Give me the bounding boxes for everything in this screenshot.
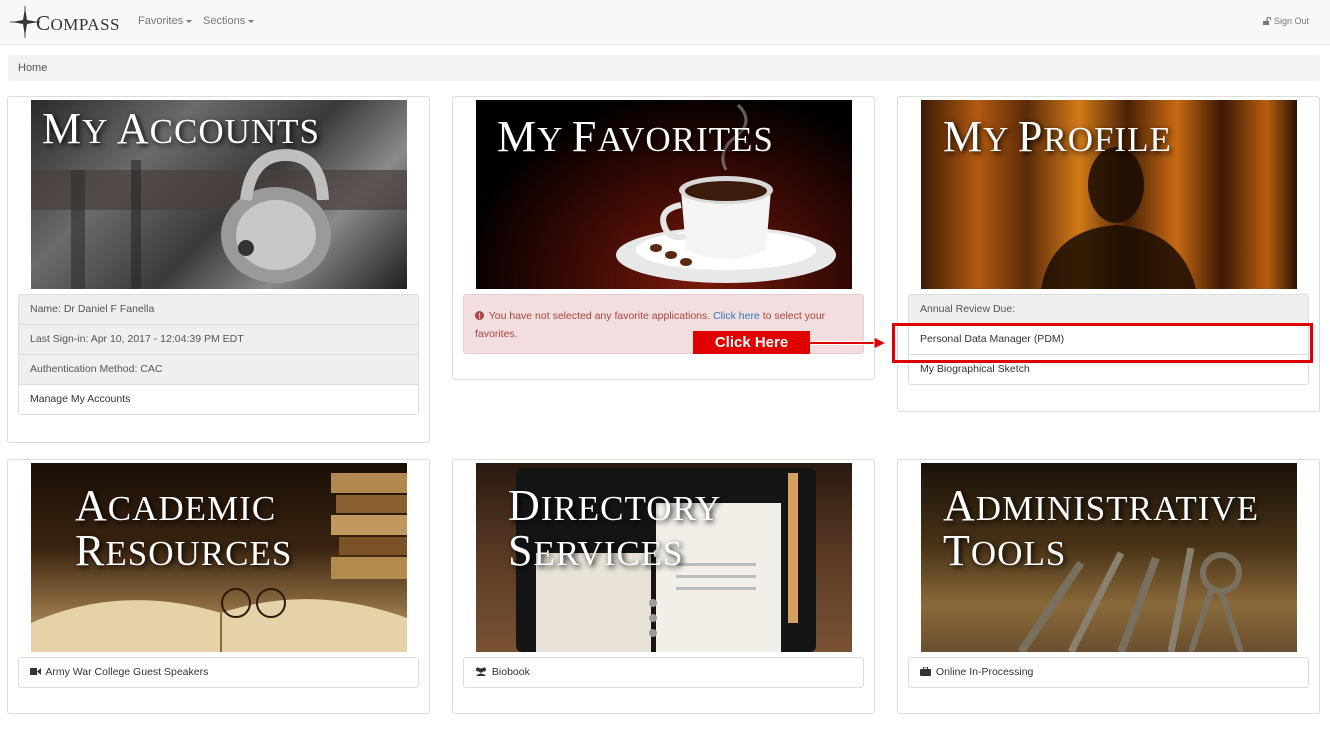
- administrative-tools-title: ADMINISTRATIVE TOOLS: [943, 481, 1260, 575]
- last-sign-in: Last Sign-in: Apr 10, 2017 - 12:04:39 PM…: [18, 324, 419, 355]
- sections-menu-label: Sections: [203, 15, 246, 27]
- sign-out-label: Sign Out: [1273, 16, 1309, 26]
- administrative-tools-list: Online In-Processing: [908, 657, 1309, 688]
- academic-resources-title: ACADEMIC RESOURCES: [75, 481, 293, 575]
- right-arrow-icon: [810, 336, 888, 350]
- video-camera-icon: [30, 668, 41, 675]
- breadcrumb-home[interactable]: Home: [18, 62, 47, 74]
- users-icon: [476, 667, 486, 676]
- panel-my-accounts: MY ACCOUNTS Name: Dr Daniel F Fanella La…: [7, 96, 430, 443]
- account-name: Name: Dr Daniel F Fanella: [18, 294, 419, 325]
- academic-resources-list: Army War College Guest Speakers: [18, 657, 419, 688]
- briefcase-icon: [920, 667, 931, 676]
- pdm-highlight-box: [892, 323, 1313, 363]
- authentication-method: Authentication Method: CAC: [18, 354, 419, 385]
- breadcrumb: Home: [8, 55, 1320, 81]
- my-accounts-title: MY ACCOUNTS: [42, 104, 321, 153]
- guest-speakers-label: Army War College Guest Speakers: [45, 666, 209, 678]
- sections-menu[interactable]: Sections: [203, 15, 255, 27]
- click-here-annotation: Click Here: [693, 331, 810, 354]
- top-navbar: COMPASS Favorites Sections Sign Out: [0, 0, 1330, 45]
- compass-logo[interactable]: COMPASS: [10, 6, 120, 38]
- my-accounts-banner[interactable]: MY ACCOUNTS: [31, 100, 407, 289]
- directory-services-banner[interactable]: DIRECTORY SERVICES: [476, 463, 852, 652]
- panel-my-profile: MY PROFILE Annual Review Due: Personal D…: [897, 96, 1320, 412]
- favorites-menu[interactable]: Favorites: [138, 15, 193, 27]
- online-in-processing-link[interactable]: Online In-Processing: [908, 657, 1309, 688]
- exclamation-circle-icon: [475, 311, 484, 320]
- biobook-link[interactable]: Biobook: [463, 657, 864, 688]
- my-profile-banner[interactable]: MY PROFILE: [921, 100, 1297, 289]
- my-favorites-title: MY FAVORITES: [497, 112, 774, 161]
- biobook-label: Biobook: [491, 666, 530, 678]
- favorites-menu-label: Favorites: [138, 15, 184, 27]
- my-profile-title: MY PROFILE: [943, 112, 1172, 161]
- my-favorites-banner[interactable]: MY FAVORITES: [476, 100, 852, 289]
- manage-my-accounts-link[interactable]: Manage My Accounts: [18, 384, 419, 415]
- directory-services-title: DIRECTORY SERVICES: [508, 481, 722, 575]
- alert-text-start: You have not selected any favorite appli…: [488, 310, 711, 322]
- brand-name: COMPASS: [36, 10, 120, 35]
- caret-down-icon: [186, 19, 193, 23]
- online-in-processing-label: Online In-Processing: [935, 666, 1034, 678]
- caret-down-icon: [248, 19, 255, 23]
- administrative-tools-banner[interactable]: ADMINISTRATIVE TOOLS: [921, 463, 1297, 652]
- guest-speakers-link[interactable]: Army War College Guest Speakers: [18, 657, 419, 688]
- my-accounts-list: Name: Dr Daniel F Fanella Last Sign-in: …: [18, 294, 419, 415]
- panel-academic-resources: ACADEMIC RESOURCES Army War College Guest…: [7, 459, 430, 714]
- annual-review-due: Annual Review Due:: [908, 294, 1309, 325]
- lock-icon: [1262, 17, 1271, 25]
- click-here-link[interactable]: Click here: [713, 310, 760, 322]
- panel-directory-services: DIRECTORY SERVICES Biobook: [452, 459, 875, 714]
- academic-resources-banner[interactable]: ACADEMIC RESOURCES: [31, 463, 407, 652]
- panel-administrative-tools: ADMINISTRATIVE TOOLS Online In-Processing: [897, 459, 1320, 714]
- sign-out-link[interactable]: Sign Out: [1262, 16, 1309, 26]
- directory-services-list: Biobook: [463, 657, 864, 688]
